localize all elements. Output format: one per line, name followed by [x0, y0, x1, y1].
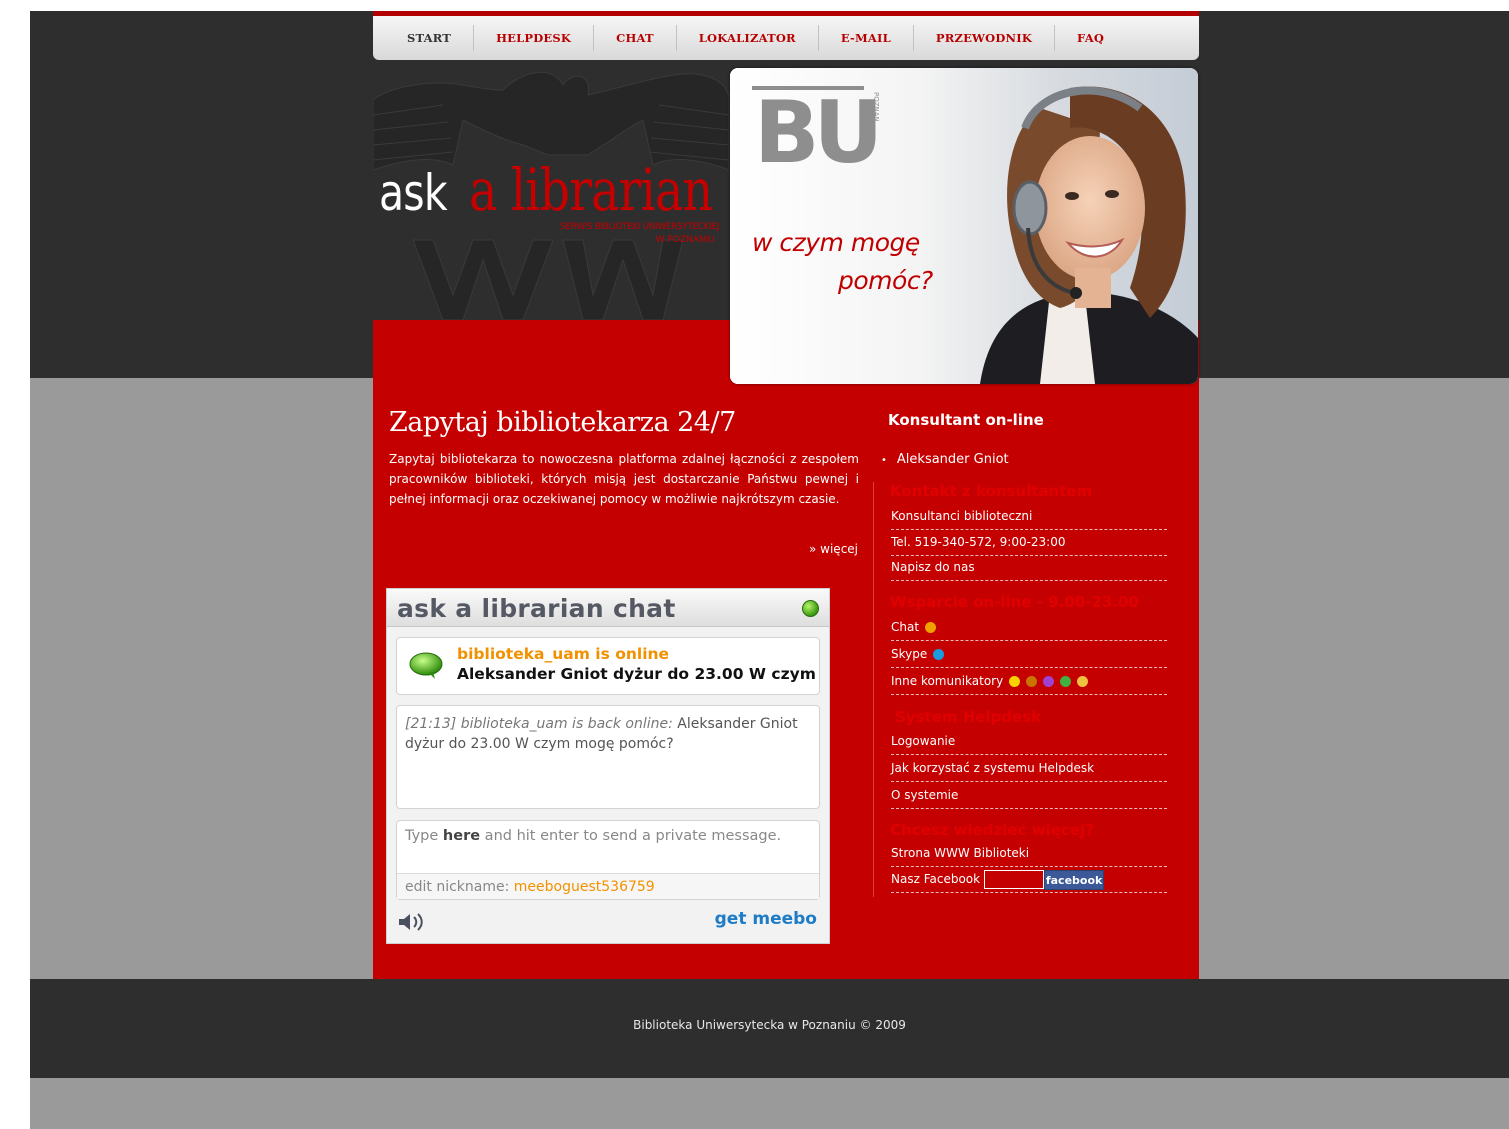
sidebar-link-strona-www[interactable]: Strona WWW Biblioteki [891, 841, 1167, 867]
sidebar-link-chat[interactable]: Chat [891, 615, 1167, 641]
footer-copyright: Biblioteka Uniwersytecka w Poznaniu © 20… [633, 1018, 906, 1032]
chat-log: [21:13] biblioteka_uam is back online: A… [396, 705, 820, 809]
msn-icon [1060, 676, 1072, 687]
hero-slogan-line-1: w czym mogę [752, 228, 920, 257]
svg-text:POZNAŃ: POZNAŃ [872, 92, 880, 122]
sidebar-links: Kontakt z konsultantem Konsultanci bibli… [873, 482, 1167, 897]
chat-input-hint-post: and hit enter to send a private message. [480, 828, 782, 844]
chat-nickname-row: edit nickname: meeboguest536759 [397, 873, 819, 899]
sidebar-head-wsparcie: Wsparcie on-line - 9.00-23.00 [890, 593, 1139, 611]
sound-icon[interactable] [397, 911, 427, 933]
sidebar-link-napisz[interactable]: Napisz do nas [891, 555, 1167, 581]
logo-ask: ask [379, 164, 448, 222]
chat-message-input[interactable]: Type here and hit enter to send a privat… [405, 828, 781, 844]
intro-text: Zapytaj bibliotekarza to nowoczesna plat… [389, 452, 859, 506]
intro-title: Zapytaj bibliotekarza 24/7 [389, 407, 736, 438]
nav-helpdesk[interactable]: HELPDESK [474, 25, 595, 51]
sidebar-title: Konsultant on-line [888, 411, 1044, 429]
hero-banner: BU POZNAŃ w czym mogę pomóc? [730, 68, 1198, 384]
nickname-label: edit nickname: [405, 879, 514, 895]
sidebar-link-skype[interactable]: Skype [891, 642, 1167, 668]
svg-text:BU: BU [754, 83, 877, 178]
sidebar-link-konsultanci[interactable]: Konsultanci biblioteczni [891, 504, 1167, 530]
sidebar-link-skype-label: Skype [891, 647, 928, 661]
sidebar-link-logowanie[interactable]: Logowanie [891, 729, 1167, 755]
skype-icon [933, 649, 945, 660]
icq-icon [1077, 676, 1089, 687]
chat-log-meta: [21:13] biblioteka_uam is back online: [405, 716, 673, 732]
bu-library-logo-icon: BU POZNAŃ [752, 83, 880, 178]
sidebar-link-komunikatory[interactable]: Inne komunikatory [891, 669, 1167, 695]
nav-faq[interactable]: FAQ [1055, 25, 1126, 51]
chat-input-hint-pre: Type [405, 828, 443, 844]
meebo-chat-widget: ask a librarian chat biblioteka_uam is o… [386, 588, 830, 944]
page-viewport: Biblioteka Uniwersytecka w Poznaniu © 20… [30, 11, 1509, 1129]
sidebar-head-kontakt: Kontakt z konsultantem [890, 482, 1093, 500]
sidebar-head-helpdesk: System Helpdesk [895, 708, 1042, 726]
gadu-gadu-icon [1009, 676, 1021, 687]
nav-przewodnik[interactable]: PRZEWODNIK [914, 25, 1056, 51]
top-nav: START HELPDESK CHAT LOKALIZATOR E-MAIL P… [373, 11, 1199, 60]
sidebar-link-facebook-label: Nasz Facebook [891, 872, 981, 886]
chat-user-status: biblioteka_uam is online Aleksander Gnio… [396, 637, 820, 695]
speech-bubble-icon [409, 652, 443, 679]
header-logo-area: ask a librarian SERWIS BIBLIOTEKI UNIWER… [373, 60, 729, 320]
nickname-edit-link[interactable]: meeboguest536759 [514, 879, 655, 895]
intro-more-link[interactable]: » więcej [809, 542, 858, 556]
sidebar-link-facebook[interactable]: Nasz Facebook facebook [891, 867, 1167, 893]
yahoo-icon [1043, 676, 1055, 687]
sidebar-head-wiecej: Chcesz wiedzieć więcej? [890, 821, 1094, 839]
content-container: ask a librarian SERWIS BIBLIOTEKI UNIWER… [373, 11, 1199, 979]
sidebar-consultant-name: Aleksander Gniot [881, 452, 1009, 467]
chat-bubble-icon [925, 622, 937, 633]
chat-away-message: Aleksander Gniot dyżur do 23.00 W czym [457, 665, 816, 683]
sidebar-link-chat-label: Chat [891, 620, 920, 634]
logo-subtitle-2: W POZNANIU [655, 235, 715, 245]
get-meebo-link[interactable]: get meebo [715, 909, 817, 929]
chat-online-status: biblioteka_uam is online [457, 645, 670, 663]
online-status-icon [802, 600, 819, 617]
sidebar-link-o-systemie[interactable]: O systemie [891, 783, 1167, 809]
nav-chat[interactable]: CHAT [594, 25, 677, 51]
logo-subtitle-1: SERWIS BIBLIOTEKI UNIWERSYTECKIEJ [560, 222, 719, 232]
chat-input-box[interactable]: Type here and hit enter to send a privat… [396, 820, 820, 900]
nav-email[interactable]: E-MAIL [819, 25, 914, 51]
facebook-button[interactable]: facebook [1044, 869, 1105, 890]
chat-input-hint-bold: here [442, 828, 481, 844]
chat-title: ask a librarian chat [397, 594, 676, 623]
nav-lokalizator[interactable]: LOKALIZATOR [677, 25, 819, 51]
sidebar-link-telefon[interactable]: Tel. 519-340-572, 9:00-23:00 [891, 530, 1167, 556]
logo-librarian: a librarian [469, 156, 713, 224]
sidebar-link-komunikatory-label: Inne komunikatory [891, 674, 1004, 688]
nav-start[interactable]: START [385, 25, 475, 51]
facebook-input[interactable] [984, 870, 1045, 889]
tlen-icon [1026, 676, 1038, 687]
chat-header: ask a librarian chat [387, 589, 829, 627]
consultant-photo-icon [980, 86, 1198, 384]
sidebar-link-jak-korzystac[interactable]: Jak korzystać z systemu Helpdesk [891, 756, 1167, 782]
